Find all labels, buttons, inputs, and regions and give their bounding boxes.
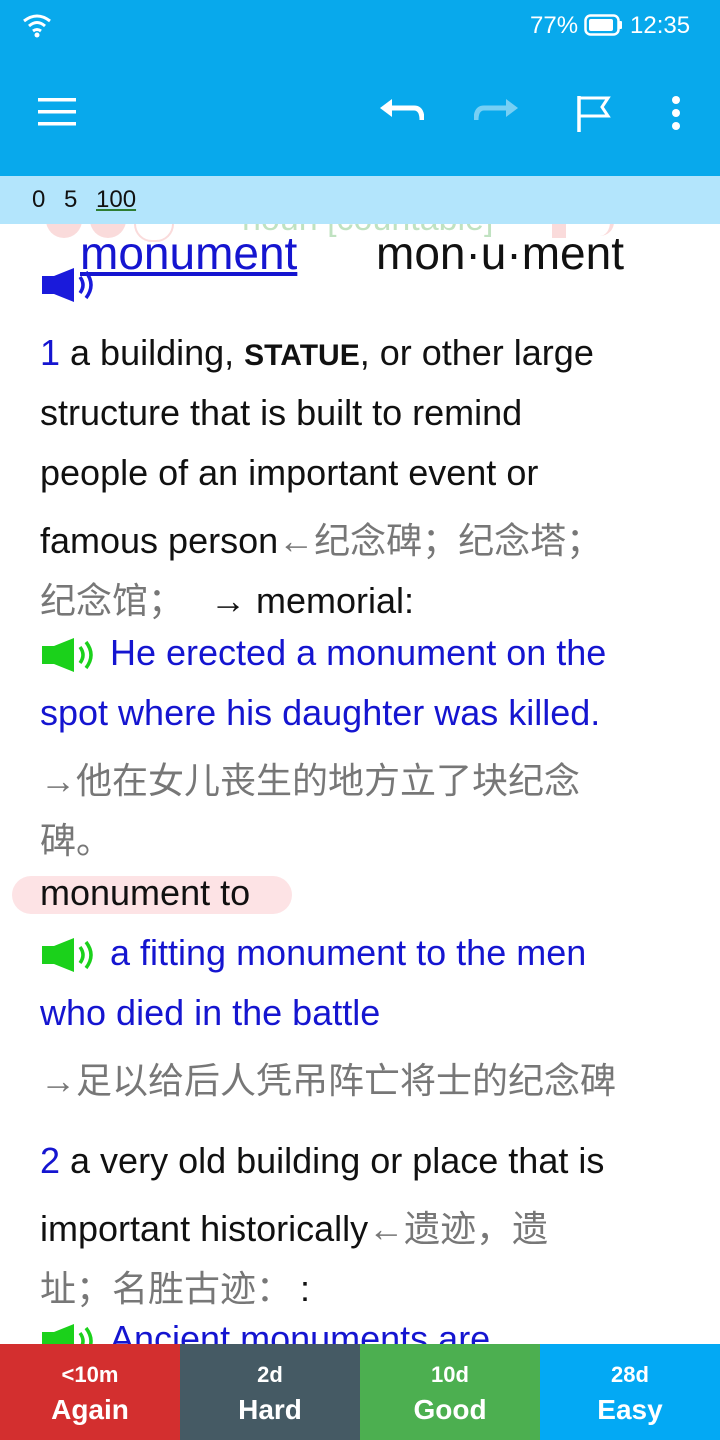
clock: 12:35 bbox=[630, 12, 691, 39]
toolbar bbox=[0, 50, 720, 176]
definition-line: important historically←遗迹，遗 bbox=[40, 1208, 549, 1249]
example-sentence-line: spot where his daughter was killed. bbox=[40, 692, 601, 733]
good-label: Good bbox=[413, 1394, 487, 1425]
undo-icon[interactable] bbox=[378, 98, 424, 128]
chinese-translation: ←纪念碑；纪念塔； bbox=[278, 520, 603, 561]
example-sentence-line: who died in the battle bbox=[40, 992, 381, 1033]
easy-label: Easy bbox=[597, 1394, 663, 1425]
definition-line: structure that is built to remind bbox=[40, 392, 523, 433]
again-interval: <10m bbox=[61, 1362, 119, 1387]
speaker-icon[interactable] bbox=[40, 936, 100, 974]
battery-percent: 77% bbox=[530, 12, 579, 39]
easy-interval: 28d bbox=[611, 1362, 649, 1387]
again-label: Again bbox=[51, 1394, 129, 1425]
example-translation: 碑。 bbox=[40, 820, 113, 861]
speaker-icon[interactable] bbox=[40, 266, 100, 304]
again-button[interactable]: <10m Again bbox=[0, 1344, 180, 1440]
learning-count: 5 bbox=[64, 186, 78, 213]
status-bar: 77% 12:35 bbox=[0, 0, 720, 50]
card-counts: 0 5 100 bbox=[0, 176, 720, 224]
hard-button[interactable]: 2d Hard bbox=[180, 1344, 360, 1440]
chinese-translation: 纪念馆； bbox=[40, 580, 185, 621]
sense-2-definition: 2a very old building or place that is bbox=[40, 1140, 605, 1181]
answer-buttons: <10m Again 2d Hard 10d Good 28d Easy bbox=[0, 1344, 720, 1440]
flag-icon[interactable] bbox=[576, 94, 612, 134]
new-count: 0 bbox=[32, 186, 46, 213]
easy-button[interactable]: 28d Easy bbox=[540, 1344, 720, 1440]
sense-1-definition: 1a building, STATUE, or other large bbox=[40, 332, 594, 373]
headword-link[interactable]: monument bbox=[80, 226, 297, 280]
chinese-translation: 址；名胜古迹： bbox=[40, 1268, 293, 1309]
definition-line: 址；名胜古迹：: bbox=[40, 1268, 311, 1309]
example-translation: →足以给后人凭吊阵亡将士的纪念碑 bbox=[40, 1060, 617, 1101]
battery-icon bbox=[584, 14, 622, 36]
example-sentence: He erected a monument on the bbox=[40, 632, 606, 674]
example-translation: →他在女儿丧生的地方立了块纪念 bbox=[40, 760, 581, 801]
hard-interval: 2d bbox=[257, 1362, 283, 1387]
example-sentence: Ancient monuments are bbox=[40, 1318, 490, 1344]
speaker-icon[interactable] bbox=[40, 636, 100, 674]
review-count: 100 bbox=[96, 186, 137, 213]
headword-syllables: mon·u·ment bbox=[376, 227, 624, 279]
example-sentence: a fitting monument to the men bbox=[40, 932, 586, 974]
more-vert-icon[interactable] bbox=[670, 96, 682, 130]
sense-number: 2 bbox=[40, 1140, 61, 1181]
definition-line: 纪念馆； → memorial: bbox=[40, 580, 415, 621]
hard-label: Hard bbox=[238, 1394, 302, 1425]
cross-reference: STATUE bbox=[244, 339, 360, 372]
speaker-icon[interactable] bbox=[40, 1322, 100, 1344]
menu-icon[interactable] bbox=[38, 98, 76, 126]
card-content: noun [countable] monument mon·u·ment 1a … bbox=[0, 224, 720, 1344]
good-button[interactable]: 10d Good bbox=[360, 1344, 540, 1440]
collocation: monument to bbox=[40, 872, 251, 913]
redo-icon[interactable] bbox=[474, 98, 520, 128]
good-interval: 10d bbox=[431, 1362, 469, 1387]
definition-line: people of an important event or bbox=[40, 452, 539, 493]
chinese-translation: ←遗迹，遗 bbox=[368, 1208, 549, 1249]
sense-number: 1 bbox=[40, 332, 61, 373]
definition-line: famous person←纪念碑；纪念塔； bbox=[40, 520, 603, 561]
wifi-icon bbox=[23, 14, 51, 38]
